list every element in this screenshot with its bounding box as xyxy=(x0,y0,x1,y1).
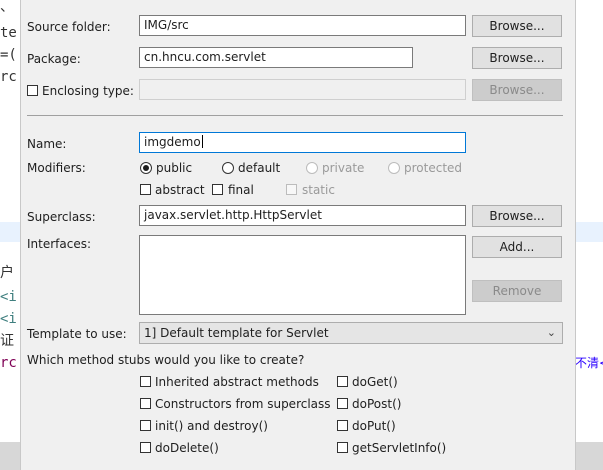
package-field[interactable]: cn.hncu.com.servlet xyxy=(139,47,413,68)
name-label: Name: xyxy=(27,137,67,151)
package-label: Package: xyxy=(27,52,81,66)
modifier-static-checkbox xyxy=(286,184,297,195)
method-stubs-question: Which method stubs would you like to cre… xyxy=(27,353,305,367)
stub-constructors-label: Constructors from superclass xyxy=(155,397,331,411)
modifier-abstract-label: abstract xyxy=(155,183,205,197)
interfaces-add-button[interactable]: Add... xyxy=(472,236,562,258)
stub-doput-label: doPut() xyxy=(352,419,396,433)
enclosing-type-browse-button: Browse... xyxy=(472,79,562,101)
superclass-field[interactable]: javax.servlet.http.HttpServlet xyxy=(139,205,466,226)
section-separator xyxy=(27,115,563,116)
stub-constructors-checkbox[interactable] xyxy=(140,398,151,409)
editor-line: 不清< xyxy=(575,356,603,370)
modifier-public-label: public xyxy=(156,161,193,175)
stub-doget-checkbox[interactable] xyxy=(337,376,348,387)
template-select[interactable]: 1] Default template for Servlet ⌄ xyxy=(139,322,563,344)
background-editor-right: 不清< xyxy=(575,0,603,470)
stub-doput-checkbox[interactable] xyxy=(337,420,348,431)
modifier-private-radio xyxy=(306,162,318,174)
modifier-final-label: final xyxy=(228,183,254,197)
stub-init-destroy-label: init() and destroy() xyxy=(155,419,268,433)
modifier-static-label: static xyxy=(302,183,335,197)
package-browse-button[interactable]: Browse... xyxy=(472,47,562,69)
stub-inherited-label: Inherited abstract methods xyxy=(155,375,319,389)
editor-line: 户 xyxy=(0,265,14,281)
source-folder-field[interactable]: IMG/src xyxy=(139,15,466,36)
editor-scrollbar-left xyxy=(0,442,20,470)
modifiers-label: Modifiers: xyxy=(27,161,86,175)
stub-dopost-checkbox[interactable] xyxy=(337,398,348,409)
modifier-private-label: private xyxy=(322,161,365,175)
editor-line: 、 xyxy=(0,0,14,15)
stub-inherited-checkbox[interactable] xyxy=(140,376,151,387)
template-select-value: 1] Default template for Servlet xyxy=(144,326,329,340)
editor-scrollbar-right xyxy=(575,442,603,470)
interfaces-remove-button: Remove xyxy=(472,280,562,302)
enclosing-type-checkbox[interactable] xyxy=(27,85,38,96)
source-folder-label: Source folder: xyxy=(27,20,111,34)
enclosing-type-field xyxy=(139,79,466,100)
interfaces-label: Interfaces: xyxy=(27,237,92,251)
template-label: Template to use: xyxy=(27,327,127,341)
editor-line: rc xyxy=(0,355,17,371)
text-caret xyxy=(201,135,203,148)
editor-line: rc xyxy=(0,69,17,85)
chevron-down-icon: ⌄ xyxy=(546,326,556,339)
modifier-abstract-checkbox[interactable] xyxy=(140,184,151,195)
interfaces-list[interactable] xyxy=(139,235,466,315)
stub-getservletinfo-checkbox[interactable] xyxy=(337,442,348,453)
modifier-default-radio[interactable] xyxy=(222,162,234,174)
modifier-protected-label: protected xyxy=(404,161,463,175)
enclosing-type-label: Enclosing type: xyxy=(42,84,134,98)
background-editor-left: 、 te =( rc 户 <i <i 证 rc xyxy=(0,0,20,470)
stub-dodelete-checkbox[interactable] xyxy=(140,442,151,453)
editor-line: 证 xyxy=(0,333,14,349)
modifier-default-label: default xyxy=(238,161,281,175)
stub-init-destroy-checkbox[interactable] xyxy=(140,420,151,431)
modifier-public-radio[interactable] xyxy=(140,162,152,174)
stub-dodelete-label: doDelete() xyxy=(155,441,219,455)
stub-dopost-label: doPost() xyxy=(352,397,402,411)
editor-highlight-line xyxy=(0,222,20,242)
editor-line: te xyxy=(0,25,17,41)
editor-line: <i xyxy=(0,289,17,305)
modifier-final-checkbox[interactable] xyxy=(212,184,223,195)
editor-line: =( xyxy=(0,47,17,63)
superclass-label: Superclass: xyxy=(27,210,96,224)
superclass-browse-button[interactable]: Browse... xyxy=(472,205,562,227)
name-field[interactable]: imgdemo xyxy=(139,132,466,153)
editor-highlight-line xyxy=(575,222,603,242)
editor-line: <i xyxy=(0,311,17,327)
source-folder-browse-button[interactable]: Browse... xyxy=(472,15,562,37)
modifier-protected-radio xyxy=(388,162,400,174)
stub-doget-label: doGet() xyxy=(352,375,398,389)
name-value: imgdemo xyxy=(144,135,201,149)
stub-getservletinfo-label: getServletInfo() xyxy=(352,441,447,455)
